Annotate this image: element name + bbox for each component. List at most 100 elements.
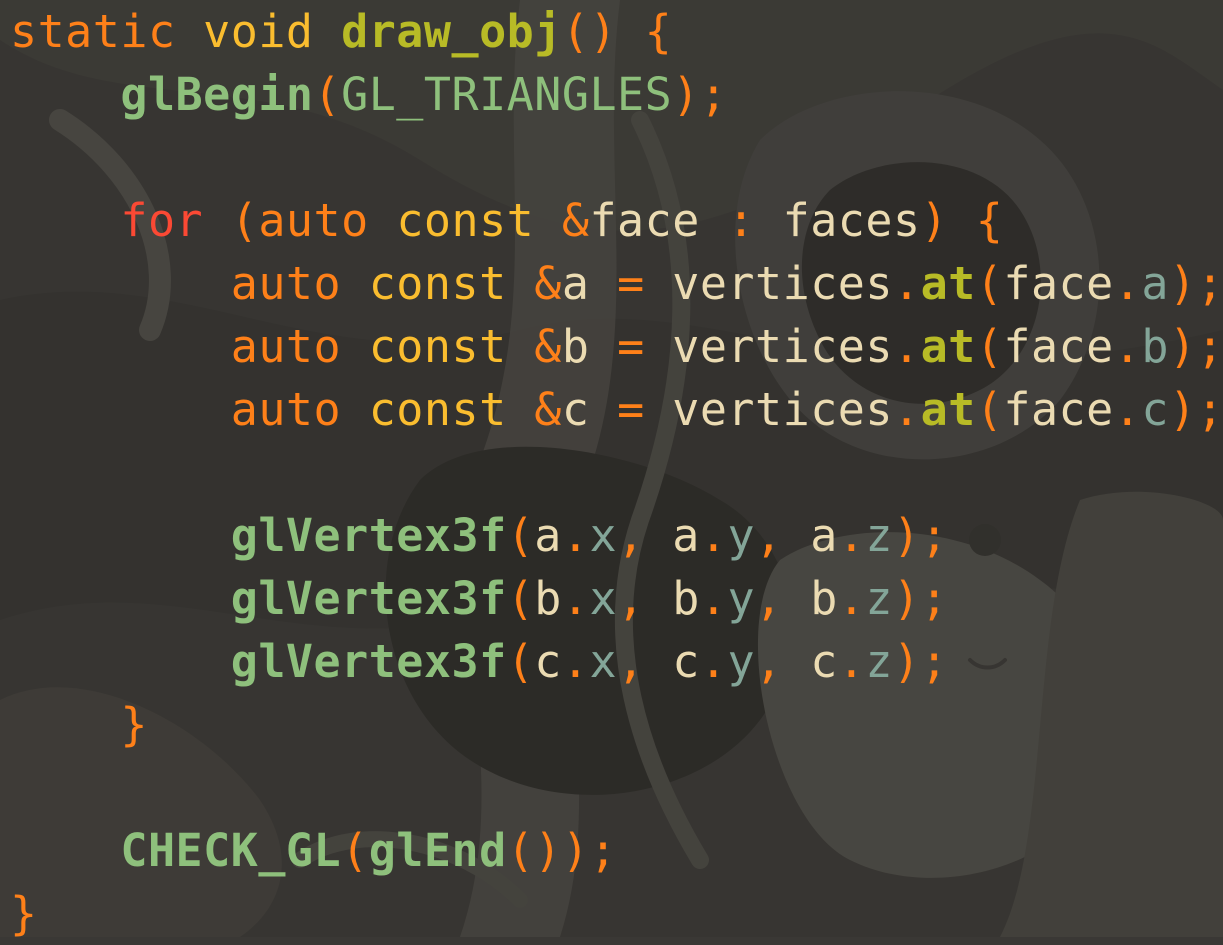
code-token-punct: & (534, 383, 562, 436)
code-token-type: void (203, 5, 342, 58)
code-token-plain: c (561, 383, 618, 436)
code-token-control: for (120, 194, 231, 247)
code-token-punct: ( (975, 383, 1004, 436)
code-token-punct: ) { (920, 194, 1004, 247)
code-token-member-fn: at (920, 383, 976, 436)
code-token-punct: . (1113, 383, 1142, 436)
code-token-type: const (368, 320, 535, 373)
code-token-function: glVertex3f (230, 635, 507, 688)
code-line: auto const &c = vertices.at(face.c); (10, 378, 1223, 441)
code-token-punct: ( (506, 509, 535, 562)
code-token-plain: b (672, 572, 700, 625)
code-token-punct: ( (506, 572, 535, 625)
code-token-plain: a (561, 257, 618, 310)
code-token-punct: } (10, 887, 38, 940)
code-token-plain: a (672, 509, 700, 562)
code-token-punct: . (561, 572, 590, 625)
code-token-punct: . (699, 635, 728, 688)
code-token-punct: ); (672, 68, 728, 121)
code-line: auto const &a = vertices.at(face.a); (10, 252, 1223, 315)
code-line: } (10, 693, 1223, 756)
code-token-plain: b (534, 572, 562, 625)
code-token-type: const (396, 194, 562, 247)
code-token-punct: ); (1168, 383, 1223, 436)
code-token-plain: faces (782, 194, 921, 247)
code-token-punct: = (617, 320, 673, 373)
code-token-punct: , (755, 572, 811, 625)
code-token-plain: b (810, 572, 838, 625)
code-line: glVertex3f(b.x, b.y, b.z); (10, 567, 1223, 630)
code-token-member: a (1141, 257, 1169, 310)
code-token-punct: . (561, 635, 590, 688)
code-token-punct: ); (1168, 257, 1223, 310)
code-token-punct: . (1113, 257, 1142, 310)
code-token-punct: & (534, 320, 562, 373)
code-token-plain: c (810, 635, 838, 688)
code-token-constant: GL_TRIANGLES (341, 68, 673, 121)
code-token-punct: ); (1168, 320, 1223, 373)
code-token-plain: vertices (672, 320, 893, 373)
code-token-plain: b (561, 320, 618, 373)
code-token-member-fn: draw_obj (341, 5, 562, 58)
code-token-punct: ); (893, 572, 949, 625)
code-token-punct: ); (893, 635, 949, 688)
code-token-punct: , (617, 572, 673, 625)
code-token-punct: , (617, 509, 673, 562)
code-editor[interactable]: static void draw_obj() { glBegin(GL_TRIA… (10, 0, 1223, 945)
code-token-member: x (589, 635, 618, 688)
code-token-member: x (589, 572, 618, 625)
code-token-punct: . (837, 572, 866, 625)
code-line: auto const &b = vertices.at(face.b); (10, 315, 1223, 378)
code-token-punct: ()); (506, 824, 618, 877)
code-token-function: glVertex3f (230, 509, 507, 562)
code-token-punct: ( (230, 194, 259, 247)
code-token-punct: & (561, 194, 590, 247)
code-token-plain: a (534, 509, 562, 562)
code-token-plain: face (1003, 320, 1114, 373)
code-line: glVertex3f(a.x, a.y, a.z); (10, 504, 1223, 567)
code-token-plain: c (534, 635, 562, 688)
code-token-function: glVertex3f (230, 572, 507, 625)
code-token-function: glBegin (120, 68, 314, 121)
code-token-punct: ( (341, 824, 369, 877)
code-token-punct: : (727, 194, 783, 247)
code-token-punct: ); (893, 509, 949, 562)
code-token-punct: ( (313, 68, 342, 121)
code-token-keyword: auto (230, 383, 369, 436)
code-token-keyword: auto (230, 320, 369, 373)
code-token-punct: . (893, 320, 921, 373)
code-token-member: y (727, 509, 756, 562)
code-token-punct: () { (561, 5, 673, 58)
code-token-member: z (865, 572, 893, 625)
code-token-member: y (727, 572, 756, 625)
code-token-punct: . (561, 509, 590, 562)
code-token-member: b (1141, 320, 1169, 373)
code-token-plain: c (672, 635, 700, 688)
code-token-member: z (865, 635, 893, 688)
code-token-plain: face (1003, 383, 1114, 436)
code-token-type: const (368, 383, 535, 436)
code-token-punct: . (893, 257, 921, 310)
code-token-plain: face (1003, 257, 1114, 310)
code-token-type: const (368, 257, 535, 310)
code-token-punct: ( (506, 635, 535, 688)
code-token-plain: a (810, 509, 838, 562)
code-line: glBegin(GL_TRIANGLES); (10, 63, 1223, 126)
code-token-keyword: auto (258, 194, 397, 247)
code-line: CHECK_GL(glEnd()); (10, 819, 1223, 882)
code-token-function: glEnd (368, 824, 507, 877)
code-token-keyword: static (10, 5, 204, 58)
code-token-punct: , (755, 635, 811, 688)
code-token-function: CHECK_GL (120, 824, 342, 877)
code-line: static void draw_obj() { (10, 0, 1223, 63)
code-token-punct: . (699, 572, 728, 625)
